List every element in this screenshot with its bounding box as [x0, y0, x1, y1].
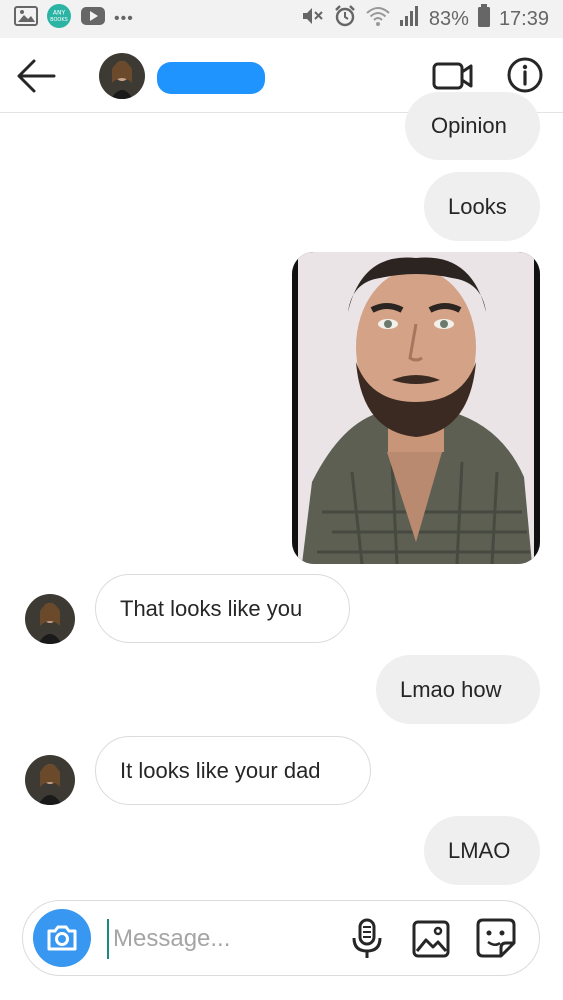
battery-percent: 83% [428, 7, 469, 30]
more-dots-icon: ••• [114, 10, 134, 27]
message-composer [22, 900, 540, 976]
svg-text:ANY: ANY [53, 10, 66, 17]
voice-message-button[interactable] [349, 917, 385, 961]
contact-name-redacted[interactable] [157, 62, 265, 94]
battery-icon [477, 4, 491, 34]
message-input[interactable] [107, 919, 345, 959]
camera-button[interactable] [33, 909, 91, 967]
contact-avatar[interactable] [25, 755, 75, 805]
portrait-photo [292, 252, 540, 564]
info-button[interactable] [506, 56, 544, 94]
camera-icon [47, 925, 77, 951]
svg-text:BOOKS: BOOKS [50, 17, 68, 23]
video-camera-icon [432, 62, 473, 90]
gallery-button[interactable] [411, 919, 451, 959]
microphone-icon [352, 918, 382, 958]
gallery-icon [412, 920, 450, 958]
info-icon [507, 57, 543, 93]
signal-icon [399, 5, 421, 33]
message-bubble-sent[interactable]: Looks [424, 172, 540, 241]
contact-avatar[interactable] [25, 594, 75, 644]
clock: 17:39 [498, 7, 549, 30]
sticker-button[interactable] [475, 917, 517, 959]
back-button[interactable] [14, 56, 58, 96]
message-bubble-received[interactable]: It looks like your dad [95, 736, 371, 805]
message-bubble-sent[interactable]: Opinion [405, 92, 540, 160]
anybooks-app-icon: ANY BOOKS [46, 3, 72, 35]
photo-message[interactable] [292, 252, 540, 564]
youtube-icon [80, 6, 106, 32]
back-arrow-icon [17, 59, 56, 93]
contact-avatar[interactable] [99, 53, 145, 99]
message-bubble-sent[interactable]: Lmao how [376, 655, 540, 724]
image-notification-icon [14, 6, 38, 32]
video-call-button[interactable] [432, 58, 474, 94]
sticker-icon [476, 918, 516, 958]
alarm-icon [333, 4, 357, 34]
wifi-icon [365, 5, 391, 33]
mute-icon [301, 5, 325, 33]
message-bubble-sent[interactable]: LMAO [424, 816, 540, 885]
status-bar: ANY BOOKS ••• 83% 17:39 [0, 0, 563, 38]
message-bubble-received[interactable]: That looks like you [95, 574, 350, 643]
